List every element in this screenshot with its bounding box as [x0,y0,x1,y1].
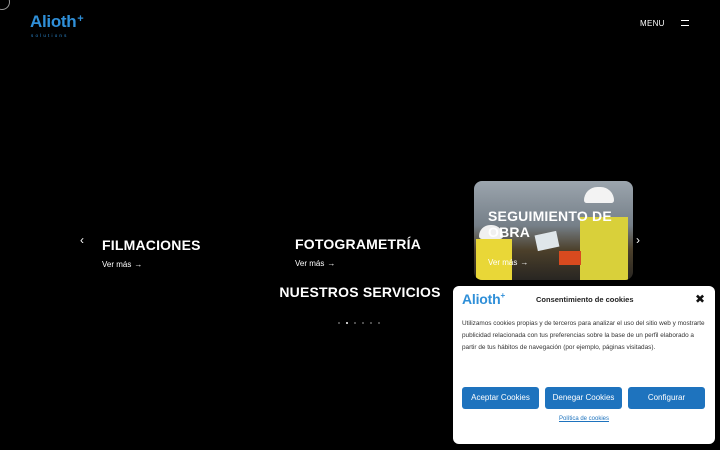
cookie-logo-text: Alioth [462,291,501,307]
ver-mas-label: Ver más [102,260,132,269]
truck-image [559,251,581,265]
loading-spinner-icon [0,0,10,10]
ver-mas-link[interactable]: Ver más → [488,258,528,267]
pager-dot[interactable] [370,322,372,324]
slide-title: SEGUIMIENTO DE OBRA [488,208,612,240]
slide-title: FOTOGRAMETRÍA [295,236,422,252]
slide-filmaciones[interactable]: FILMACIONES Ver más → [102,237,201,272]
carousel-prev-button[interactable]: ‹ [75,233,89,247]
accept-cookies-button[interactable]: Aceptar Cookies [462,387,539,409]
deny-cookies-button[interactable]: Denegar Cookies [545,387,622,409]
ver-mas-label: Ver más [488,258,518,267]
cookie-logo-plus-icon: + [500,291,505,300]
pager-dot[interactable] [354,322,356,324]
arrow-right-icon: → [520,258,529,267]
worker-helmet-image [584,187,614,203]
site-logo[interactable]: Alioth + solutions [30,12,90,40]
pager-dot[interactable] [378,322,380,324]
cookie-logo: Alioth+ [462,291,505,307]
menu-label[interactable]: MENU [640,19,665,28]
arrow-right-icon: → [134,260,143,269]
slide-fotogrametria[interactable]: FOTOGRAMETRÍA Ver más → [295,236,421,271]
logo-wordmark: Alioth + [30,12,84,32]
cookie-title: Consentimiento de cookies [536,295,634,304]
ver-mas-label: Ver más [295,259,325,268]
pager-dot[interactable] [362,322,364,324]
slide-seguimiento-de-obra[interactable]: SEGUIMIENTO DE OBRA Ver más → [474,181,633,280]
carousel-next-button[interactable]: › [631,233,645,247]
pager-dot[interactable] [338,322,340,324]
ver-mas-link[interactable]: Ver más → [295,259,335,268]
logo-plus-icon: + [77,13,84,25]
slide-title: FILMACIONES [102,237,201,253]
pager-dot-active[interactable] [346,322,348,324]
logo-subtitle: solutions [31,33,69,38]
close-icon[interactable]: ✖ [694,293,706,305]
ver-mas-link[interactable]: Ver más → [102,260,142,269]
logo-text: Alioth [30,12,77,31]
configure-cookies-button[interactable]: Configurar [628,387,705,409]
hamburger-menu-icon[interactable] [681,20,689,26]
carousel-pagination [338,322,380,324]
cookie-consent-dialog: Alioth+ Consentimiento de cookies ✖ Util… [453,286,715,444]
arrow-right-icon: → [327,259,336,268]
cookie-message: Utilizamos cookies propias y de terceros… [462,320,705,351]
cookie-policy-link[interactable]: Política de cookies [453,416,715,422]
